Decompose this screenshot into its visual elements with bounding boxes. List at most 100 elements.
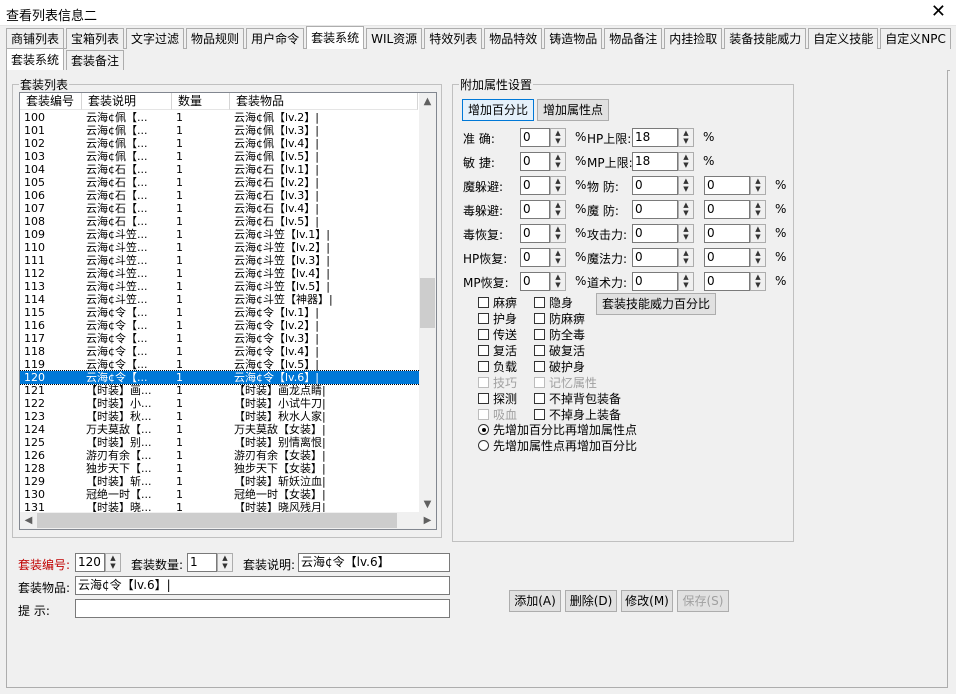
tab-1[interactable]: 宝箱列表 [66, 28, 125, 49]
table-row[interactable]: 106 云海¢石【... 1 云海¢石【lv.3】| [20, 189, 420, 202]
add-button[interactable]: 添加(A) [509, 590, 561, 612]
attr-input[interactable]: 18 [632, 152, 678, 171]
scroll-up-icon[interactable]: ▲ [419, 93, 436, 110]
attr-input[interactable]: 0 [520, 152, 550, 171]
attr-spinner-2[interactable]: ▲ ▼ [750, 200, 766, 219]
add-points-button[interactable]: 增加属性点 [537, 99, 609, 121]
attr-spinner[interactable]: ▲ ▼ [550, 224, 566, 243]
tab-9[interactable]: 铸造物品 [544, 28, 603, 49]
tab-4[interactable]: 用户命令 [246, 28, 305, 49]
column-header[interactable]: 数量 [172, 93, 230, 110]
table-row[interactable]: 128 独步天下【... 1 独步天下【女装】| [20, 462, 420, 475]
attr-spinner[interactable]: ▲ ▼ [678, 176, 694, 195]
checkbox-left-0[interactable]: 麻痹 [478, 294, 517, 311]
suit-skill-power-button[interactable]: 套装技能威力百分比 [596, 293, 716, 315]
table-row[interactable]: 130 冠绝一时【... 1 冠绝一时【女装】| [20, 488, 420, 501]
table-row[interactable]: 120 云海¢令【... 1 云海¢令【lv.6】| [20, 370, 421, 385]
attr-spinner-2[interactable]: ▲ ▼ [750, 176, 766, 195]
table-row[interactable]: 119 云海¢令【... 1 云海¢令【lv.5】| [20, 358, 420, 371]
table-row[interactable]: 125 【时装】别... 1 【时装】别情离恨| [20, 436, 420, 449]
delete-button[interactable]: 删除(D) [565, 590, 617, 612]
checkbox-right-1[interactable]: 防麻痹 [534, 310, 585, 327]
attr-spinner[interactable]: ▲ ▼ [550, 176, 566, 195]
scroll-right-icon[interactable]: ▶ [419, 512, 436, 529]
table-row[interactable]: 111 云海¢斗笠... 1 云海¢斗笠【lv.3】| [20, 254, 420, 267]
scroll-left-icon[interactable]: ◀ [20, 512, 37, 529]
tab-0[interactable]: 商铺列表 [6, 28, 65, 49]
add-percent-button[interactable]: 增加百分比 [462, 99, 534, 121]
radio-percent-first[interactable]: 先增加百分比再增加属性点 [478, 421, 637, 438]
checkbox-left-3[interactable]: 复活 [478, 342, 517, 359]
table-row[interactable]: 123 【时装】秋... 1 【时装】秋水人家| [20, 410, 420, 423]
hint-input[interactable] [75, 599, 450, 618]
table-row[interactable]: 115 云海¢令【... 1 云海¢令【lv.1】| [20, 306, 420, 319]
column-header[interactable]: 套装物品 [230, 93, 418, 110]
subtab-0[interactable]: 套装系统 [6, 48, 65, 71]
checkbox-left-4[interactable]: 负载 [478, 358, 517, 375]
attr-spinner[interactable]: ▲ ▼ [550, 272, 566, 291]
attr-spinner[interactable]: ▲ ▼ [550, 248, 566, 267]
attr-input[interactable]: 0 [632, 176, 678, 195]
table-row[interactable]: 121 【时装】画... 1 【时装】画龙点睛| [20, 384, 420, 397]
table-row[interactable]: 112 云海¢斗笠... 1 云海¢斗笠【lv.4】| [20, 267, 420, 280]
tab-6[interactable]: WIL资源 [366, 28, 423, 49]
table-row[interactable]: 113 云海¢斗笠... 1 云海¢斗笠【lv.5】| [20, 280, 420, 293]
column-header[interactable]: 套装说明 [82, 93, 172, 110]
attr-spinner[interactable]: ▲ ▼ [678, 224, 694, 243]
attr-input-2[interactable]: 0 [704, 200, 750, 219]
suit-items-input[interactable]: 云海¢令【lv.6】| [75, 576, 450, 595]
attr-input[interactable]: 0 [632, 200, 678, 219]
attr-spinner[interactable]: ▲ ▼ [678, 152, 694, 171]
attr-input[interactable]: 0 [520, 224, 550, 243]
horizontal-scroll-thumb[interactable] [37, 513, 397, 528]
table-row[interactable]: 114 云海¢斗笠... 1 云海¢斗笠【神器】| [20, 293, 420, 306]
vertical-scrollbar[interactable]: ▲ ▼ [419, 93, 436, 513]
subtab-1[interactable]: 套装备注 [66, 50, 125, 71]
radio-points-first[interactable]: 先增加属性点再增加百分比 [478, 437, 637, 454]
checkbox-right-3[interactable]: 破复活 [534, 342, 585, 359]
suit-id-input[interactable]: 120 [75, 553, 105, 572]
column-header[interactable]: 套装编号 [20, 93, 82, 110]
table-row[interactable]: 118 云海¢令【... 1 云海¢令【lv.4】| [20, 345, 420, 358]
table-row[interactable]: 100 云海¢佩【... 1 云海¢佩【lv.2】| [20, 111, 420, 124]
table-row[interactable]: 122 【时装】小... 1 【时装】小试牛刀| [20, 397, 420, 410]
attr-spinner-2[interactable]: ▲ ▼ [750, 248, 766, 267]
tab-13[interactable]: 自定义技能 [808, 28, 879, 49]
attr-spinner[interactable]: ▲ ▼ [550, 152, 566, 171]
table-row[interactable]: 109 云海¢斗笠... 1 云海¢斗笠【lv.1】| [20, 228, 420, 241]
table-row[interactable]: 105 云海¢石【... 1 云海¢石【lv.2】| [20, 176, 420, 189]
tab-10[interactable]: 物品备注 [604, 28, 663, 49]
attr-spinner-2[interactable]: ▲ ▼ [750, 272, 766, 291]
checkbox-left-2[interactable]: 传送 [478, 326, 517, 343]
tab-14[interactable]: 自定义NPC [880, 28, 951, 49]
attr-input[interactable]: 0 [632, 224, 678, 243]
attr-input[interactable]: 0 [520, 272, 550, 291]
checkbox-left-1[interactable]: 护身 [478, 310, 517, 327]
horizontal-scrollbar[interactable]: ◀ ▶ [20, 512, 436, 529]
suit-id-spinner[interactable]: ▲ ▼ [105, 553, 121, 572]
suit-desc-input[interactable]: 云海¢令【lv.6】 [298, 553, 450, 572]
table-row[interactable]: 110 云海¢斗笠... 1 云海¢斗笠【lv.2】| [20, 241, 420, 254]
table-row[interactable]: 104 云海¢石【... 1 云海¢石【lv.1】| [20, 163, 420, 176]
tab-8[interactable]: 物品特效 [484, 28, 543, 49]
tab-5[interactable]: 套装系统 [306, 26, 365, 49]
tab-12[interactable]: 装备技能威力 [724, 28, 807, 49]
checkbox-right-2[interactable]: 防全毒 [534, 326, 585, 343]
attr-input[interactable]: 0 [632, 272, 678, 291]
attr-spinner[interactable]: ▲ ▼ [678, 272, 694, 291]
suit-listview[interactable]: 套装编号 套装说明 数量 套装物品 100 云海¢佩【... 1 云海¢佩【lv.2】| 10… [19, 92, 437, 530]
checkbox-right-0[interactable]: 隐身 [534, 294, 573, 311]
attr-spinner[interactable]: ▲ ▼ [550, 128, 566, 147]
attr-spinner-2[interactable]: ▲ ▼ [750, 224, 766, 243]
checkbox-right-6[interactable]: 不掉背包装备 [534, 390, 621, 407]
tab-7[interactable]: 特效列表 [424, 28, 483, 49]
attr-input-2[interactable]: 0 [704, 272, 750, 291]
attr-input-2[interactable]: 0 [704, 224, 750, 243]
tab-3[interactable]: 物品规则 [186, 28, 245, 49]
tab-11[interactable]: 内挂捡取 [664, 28, 723, 49]
edit-button[interactable]: 修改(M) [621, 590, 673, 612]
table-row[interactable]: 102 云海¢佩【... 1 云海¢佩【lv.4】| [20, 137, 420, 150]
attr-input-2[interactable]: 0 [704, 176, 750, 195]
attr-spinner[interactable]: ▲ ▼ [550, 200, 566, 219]
attr-input[interactable]: 0 [520, 248, 550, 267]
